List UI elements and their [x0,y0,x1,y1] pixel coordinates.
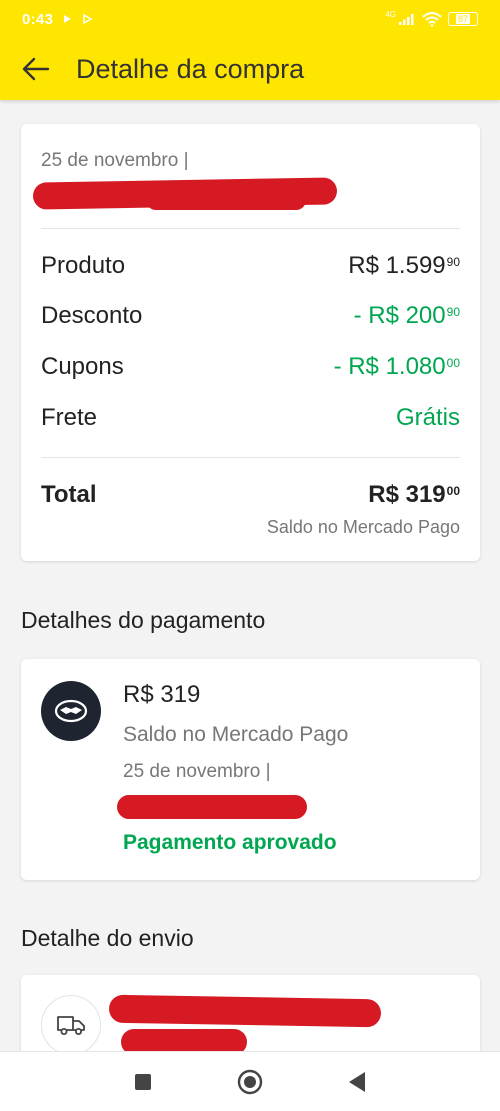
payment-card[interactable]: R$ 319 Saldo no Mercado Pago 25 de novem… [21,659,480,880]
payment-method: Saldo no Mercado Pago [123,723,349,746]
divider [41,457,460,458]
status-bar: 0:43 4G 87 [0,0,500,38]
payment-status: Pagamento aprovado [123,831,337,854]
truck-icon [41,995,101,1055]
mercado-pago-handshake-icon [41,681,101,741]
redacted-text [146,190,306,210]
row-label: Desconto [41,302,143,329]
system-nav-bar [0,1051,500,1111]
divider [41,228,460,229]
total-payment-method: Saldo no Mercado Pago [266,517,460,537]
row-amount: Grátis [395,404,460,431]
arrow-left-icon [22,57,50,81]
shipping-section-title: Detalhe do envio [21,925,194,951]
summary-row-discount: Desconto - R$ 20090 [41,302,460,330]
status-time: 0:43 [22,10,54,28]
play-notification-icon [83,13,93,25]
triangle-back-icon [348,1071,365,1092]
total-amount: R$ 31900 [368,481,460,508]
row-label: Frete [41,404,98,431]
square-recents-icon [135,1073,152,1090]
circle-home-icon [237,1069,263,1094]
app-bar: Detalhe da compra [0,38,500,100]
signal-icon [399,14,414,25]
payment-section-title: Detalhes do pagamento [21,607,266,633]
back-button[interactable] [16,49,56,89]
purchase-date: 25 de novembro | [41,150,189,171]
row-amount: R$ 1.59990 [348,252,460,279]
summary-row-shipping: Frete Grátis [41,404,460,432]
payment-amount: R$ 319 [123,681,201,708]
purchase-summary-card: 25 de novembro | Produto R$ 1.59990 Desc… [21,124,480,561]
page-title: Detalhe da compra [76,53,305,84]
recents-button[interactable] [128,1067,158,1097]
redacted-text [108,994,382,1028]
play-notification-icon [64,15,72,23]
wifi-icon [422,11,442,27]
row-amount: - R$ 1.08000 [333,353,460,380]
system-back-button[interactable] [342,1067,372,1097]
network-type: 4G [385,9,396,19]
total-label: Total [41,481,97,508]
summary-row-total: Total R$ 31900 [41,481,460,509]
row-amount: - R$ 20090 [353,302,460,329]
redacted-text [117,795,307,819]
summary-row-product: Produto R$ 1.59990 [41,252,460,280]
row-label: Produto [41,252,126,279]
payment-date: 25 de novembro | [123,761,271,782]
summary-row-coupons: Cupons - R$ 1.08000 [41,353,460,381]
battery-level: 87 [455,14,470,24]
home-button[interactable] [235,1067,265,1097]
battery-icon: 87 [448,12,478,26]
row-label: Cupons [41,353,124,380]
